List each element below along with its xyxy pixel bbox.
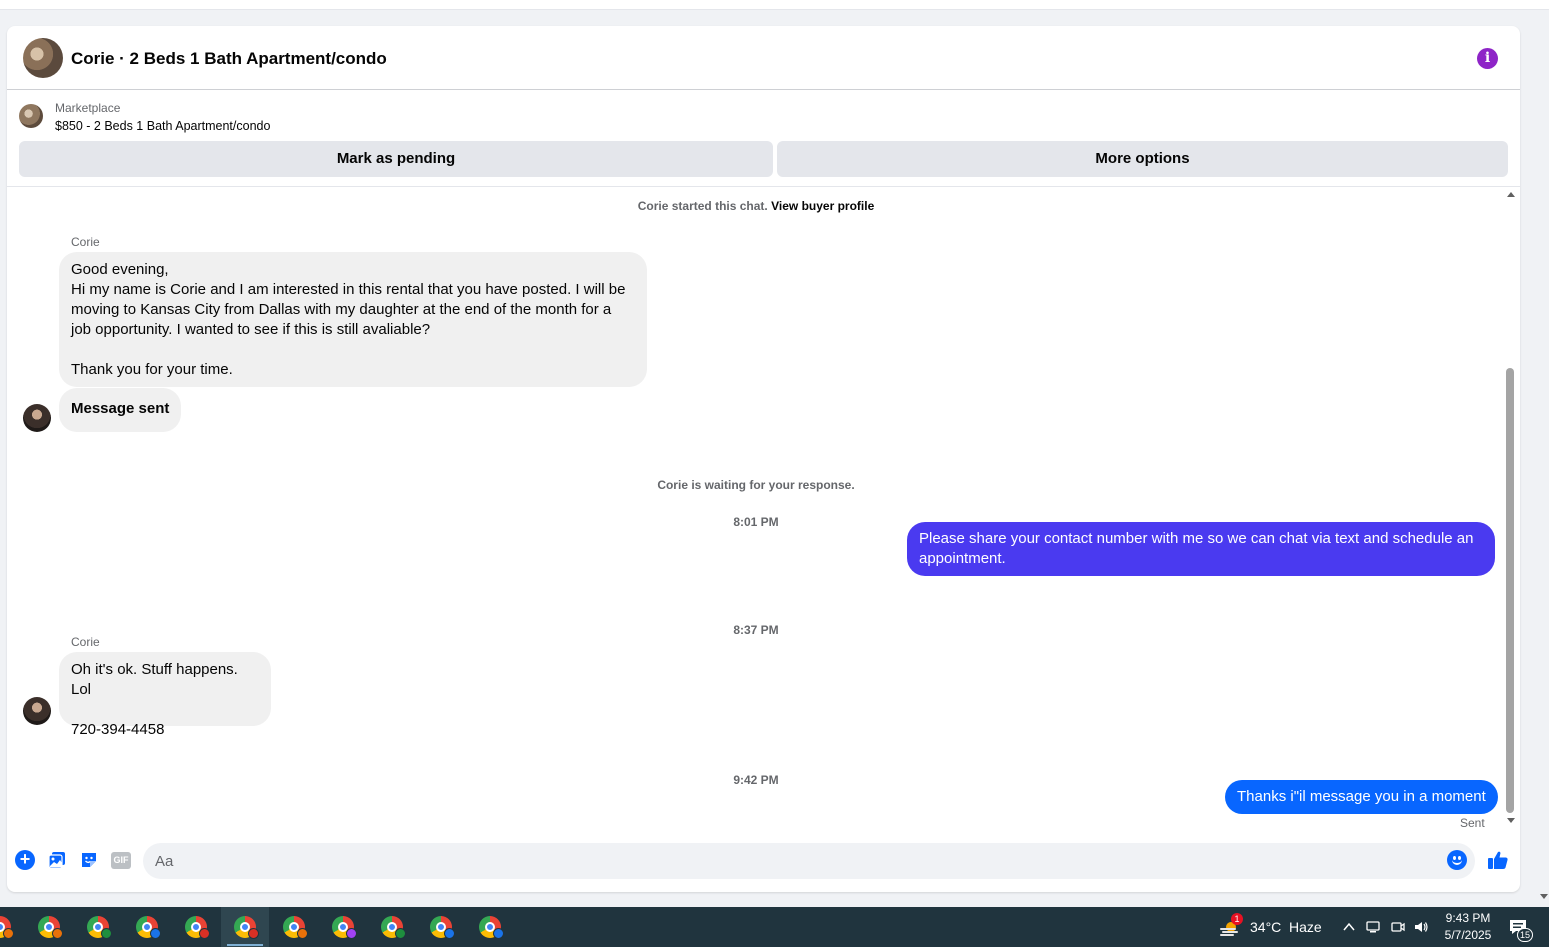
scroll-down-arrow[interactable] [1507,818,1515,823]
sender-name: Corie [71,235,100,249]
taskbar-chrome-window[interactable] [74,907,122,947]
listing-thumbnail[interactable] [19,104,43,128]
taskbar-chrome-window[interactable] [25,907,73,947]
chat-title[interactable]: Corie · 2 Beds 1 Bath Apartment/condo [71,49,387,69]
incoming-message[interactable]: Message sent [59,388,182,432]
weather-condition[interactable]: Haze [1289,919,1322,935]
thread-scrollbar[interactable] [1504,188,1518,836]
photo-icon[interactable] [47,850,67,870]
profile-badge-icon [444,928,455,939]
taskbar-chrome-window[interactable] [466,907,514,947]
notification-count-badge: 15 [1517,928,1533,942]
meet-now-icon[interactable] [1390,919,1406,935]
chevron-up-icon[interactable] [1341,919,1357,935]
mark-as-pending-button[interactable]: Mark as pending [19,141,773,177]
chat-header: Corie · 2 Beds 1 Bath Apartment/condo i [7,26,1520,90]
clock-date: 5/7/2025 [1444,928,1492,942]
chat-panel: Corie · 2 Beds 1 Bath Apartment/condo i … [7,26,1520,892]
waiting-notice: Corie is waiting for your response. [657,478,855,492]
scroll-up-arrow[interactable] [1507,192,1515,197]
taskbar-chrome-window[interactable] [368,907,416,947]
scroll-thumb[interactable] [1506,368,1514,813]
message-thread[interactable]: Corie started this chat. View buyer prof… [7,188,1520,836]
marketplace-banner: Marketplace $850 - 2 Beds 1 Bath Apartme… [7,91,1520,187]
taskbar-chrome-window[interactable] [172,907,220,947]
message-composer: + GIF [7,838,1520,884]
browser-top-strip [0,0,1549,10]
gif-icon[interactable]: GIF [111,852,131,869]
sender-avatar[interactable] [23,404,51,432]
profile-badge-icon [199,928,210,939]
taskbar-chrome-window[interactable] [417,907,465,947]
taskbar-chrome-window-active[interactable] [221,907,269,947]
emoji-icon[interactable] [1447,850,1467,870]
network-icon[interactable] [1365,919,1381,935]
profile-badge-icon [150,928,161,939]
thumbs-up-icon[interactable] [1487,849,1509,871]
profile-badge-icon [346,928,357,939]
info-icon[interactable]: i [1477,48,1498,69]
profile-badge-icon [52,928,63,939]
chat-started-notice: Corie started this chat. View buyer prof… [7,199,1505,213]
chat-started-text: Corie started this chat. [637,199,768,213]
marketplace-label: Marketplace [55,101,121,115]
incoming-message[interactable]: Oh it's ok. Stuff happens. Lol 720-394-4… [59,652,271,738]
profile-badge-icon [395,928,406,939]
sticker-icon[interactable] [79,850,99,870]
view-buyer-profile-link[interactable]: View buyer profile [771,199,874,213]
profile-badge-icon [248,928,259,939]
weather-alert-badge: 1 [1231,913,1243,925]
taskbar-chrome-window[interactable] [123,907,171,947]
listing-avatar[interactable] [23,38,63,78]
sent-status: Sent [1460,816,1485,830]
profile-badge-icon [101,928,112,939]
temperature[interactable]: 34°C [1250,919,1281,935]
more-options-button[interactable]: More options [777,141,1508,177]
taskbar-chrome-window[interactable] [270,907,318,947]
sender-avatar[interactable] [23,697,51,725]
outgoing-message[interactable]: Thanks i"il message you in a moment [1225,780,1498,814]
profile-badge-icon [493,928,504,939]
sender-name: Corie [71,635,100,649]
system-clock[interactable]: 9:43 PM 5/7/2025 [1440,910,1496,944]
volume-icon[interactable] [1413,919,1429,935]
clock-time: 9:43 PM [1445,911,1491,925]
message-input[interactable] [143,843,1475,879]
taskbar-chrome-window[interactable] [319,907,367,947]
profile-badge-icon [3,928,14,939]
profile-badge-icon [297,928,308,939]
timestamp: 8:37 PM [733,623,779,637]
page-scroll-down-arrow[interactable] [1540,894,1548,899]
outgoing-message[interactable]: Please share your contact number with me… [907,522,1495,576]
taskbar-chrome-window[interactable] [0,907,24,947]
incoming-message[interactable]: Good evening, Hi my name is Corie and I … [59,252,647,387]
plus-icon[interactable]: + [15,850,35,870]
listing-title[interactable]: $850 - 2 Beds 1 Bath Apartment/condo [55,119,270,133]
